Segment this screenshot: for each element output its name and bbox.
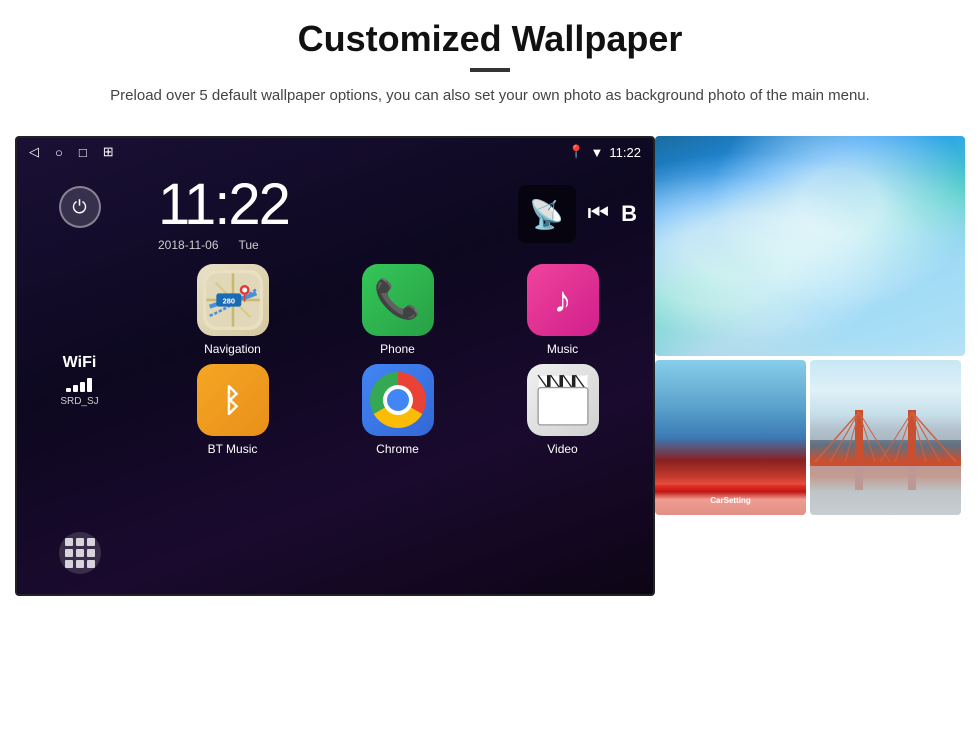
wifi-signal-bars: [60, 376, 98, 392]
ice-shapes: [655, 136, 965, 356]
status-right: 📍 ▼ 11:22: [568, 144, 641, 160]
bt-icon: ᛒ: [197, 364, 269, 436]
clock-block: 11:22 2018-11-06 Tue: [158, 176, 289, 252]
music-icon: ♪: [527, 264, 599, 336]
back-icon[interactable]: ◁: [29, 144, 39, 160]
wallpaper-thumb-bridge[interactable]: [810, 360, 961, 515]
bt-music-label: BT Music: [208, 442, 258, 456]
media-icons: 📡 ⏮ B: [518, 185, 638, 243]
wifi-bar-2: [73, 385, 78, 392]
video-icon: [527, 364, 599, 436]
bridge-svg: [810, 360, 961, 515]
music-label: Music: [547, 342, 578, 356]
bridge-inner: [810, 360, 961, 515]
phone-glyph: 📞: [374, 278, 421, 322]
media-letter-b: B: [621, 201, 637, 227]
apps-button[interactable]: [59, 532, 101, 574]
day-value: Tue: [239, 238, 259, 252]
app-phone[interactable]: 📞 Phone: [319, 264, 476, 356]
navigation-map-svg: 280: [203, 270, 263, 330]
video-label: Video: [547, 442, 577, 456]
car-setting-inner: CarSetting: [655, 360, 806, 515]
left-sidebar: ⏻ WiFi SRD_SJ: [17, 166, 142, 594]
clock-date: 2018-11-06 Tue: [158, 238, 289, 252]
video-clapper-svg: [531, 368, 595, 432]
chrome-label: Chrome: [376, 442, 419, 456]
music-glyph: ♪: [554, 279, 572, 321]
app-chrome[interactable]: Chrome: [319, 364, 476, 456]
apps-grid-icon: [65, 538, 95, 568]
chrome-circle: [370, 372, 426, 428]
carsetting-label: CarSetting: [710, 496, 750, 505]
status-bar: ◁ ○ □ ⊞ 📍 ▼ 11:22: [17, 138, 653, 166]
wifi-bar-3: [80, 382, 85, 392]
date-value: 2018-11-06: [158, 238, 219, 252]
page-subtitle: Preload over 5 default wallpaper options…: [110, 84, 870, 108]
location-icon: 📍: [568, 144, 584, 160]
navigation-icon: 280: [197, 264, 269, 336]
wifi-label: WiFi: [60, 354, 98, 372]
wifi-ssid: SRD_SJ: [60, 396, 98, 407]
title-divider: [470, 68, 510, 72]
wallpaper-thumbs: CarSetting: [655, 136, 965, 515]
signal-icon: 📡: [529, 198, 564, 231]
svg-text:280: 280: [222, 296, 235, 305]
apps-row-2: ᛒ BT Music Chrome: [142, 360, 653, 460]
power-button[interactable]: ⏻: [59, 186, 101, 228]
android-screen: ◁ ○ □ ⊞ 📍 ▼ 11:22 ⏻ WiFi: [15, 136, 655, 596]
page-title: Customized Wallpaper: [110, 18, 870, 60]
app-video[interactable]: Video: [484, 364, 641, 456]
phone-icon: 📞: [362, 264, 434, 336]
bt-glyph: ᛒ: [223, 382, 242, 419]
apps-row-1: 280 Navigation 📞: [142, 260, 653, 360]
wifi-icon: ▼: [591, 145, 604, 160]
recents-icon[interactable]: □: [79, 145, 87, 160]
clock-time: 11:22: [158, 176, 289, 234]
wifi-bar-4: [87, 378, 92, 392]
navigation-label: Navigation: [204, 342, 261, 356]
title-section: Customized Wallpaper Preload over 5 defa…: [110, 18, 870, 108]
clock-area: 11:22 2018-11-06 Tue 📡 ⏮ B: [142, 166, 653, 260]
home-icon[interactable]: ○: [55, 145, 63, 160]
screenshot-icon[interactable]: ⊞: [103, 144, 114, 160]
wallpaper-thumb-ice[interactable]: [655, 136, 965, 356]
app-navigation[interactable]: 280 Navigation: [154, 264, 311, 356]
app-bt-music[interactable]: ᛒ BT Music: [154, 364, 311, 456]
phone-label: Phone: [380, 342, 415, 356]
page-wrapper: Customized Wallpaper Preload over 5 defa…: [0, 0, 980, 596]
media-icon-box: 📡: [518, 185, 576, 243]
thumb-small-row: CarSetting: [655, 360, 965, 515]
power-icon: ⏻: [72, 197, 86, 218]
nav-icons: ◁ ○ □ ⊞: [29, 144, 114, 160]
chrome-center: [387, 389, 409, 411]
wifi-block: WiFi SRD_SJ: [60, 354, 98, 407]
chrome-icon: [362, 364, 434, 436]
wallpaper-thumb-carsetting[interactable]: CarSetting: [655, 360, 806, 515]
skip-prev-icon[interactable]: ⏮: [588, 200, 610, 228]
app-music[interactable]: ♪ Music: [484, 264, 641, 356]
status-time: 11:22: [609, 145, 641, 160]
wifi-bar-1: [66, 388, 71, 392]
main-content: 11:22 2018-11-06 Tue 📡 ⏮ B: [142, 166, 653, 594]
content-area: ◁ ○ □ ⊞ 📍 ▼ 11:22 ⏻ WiFi: [15, 136, 965, 596]
